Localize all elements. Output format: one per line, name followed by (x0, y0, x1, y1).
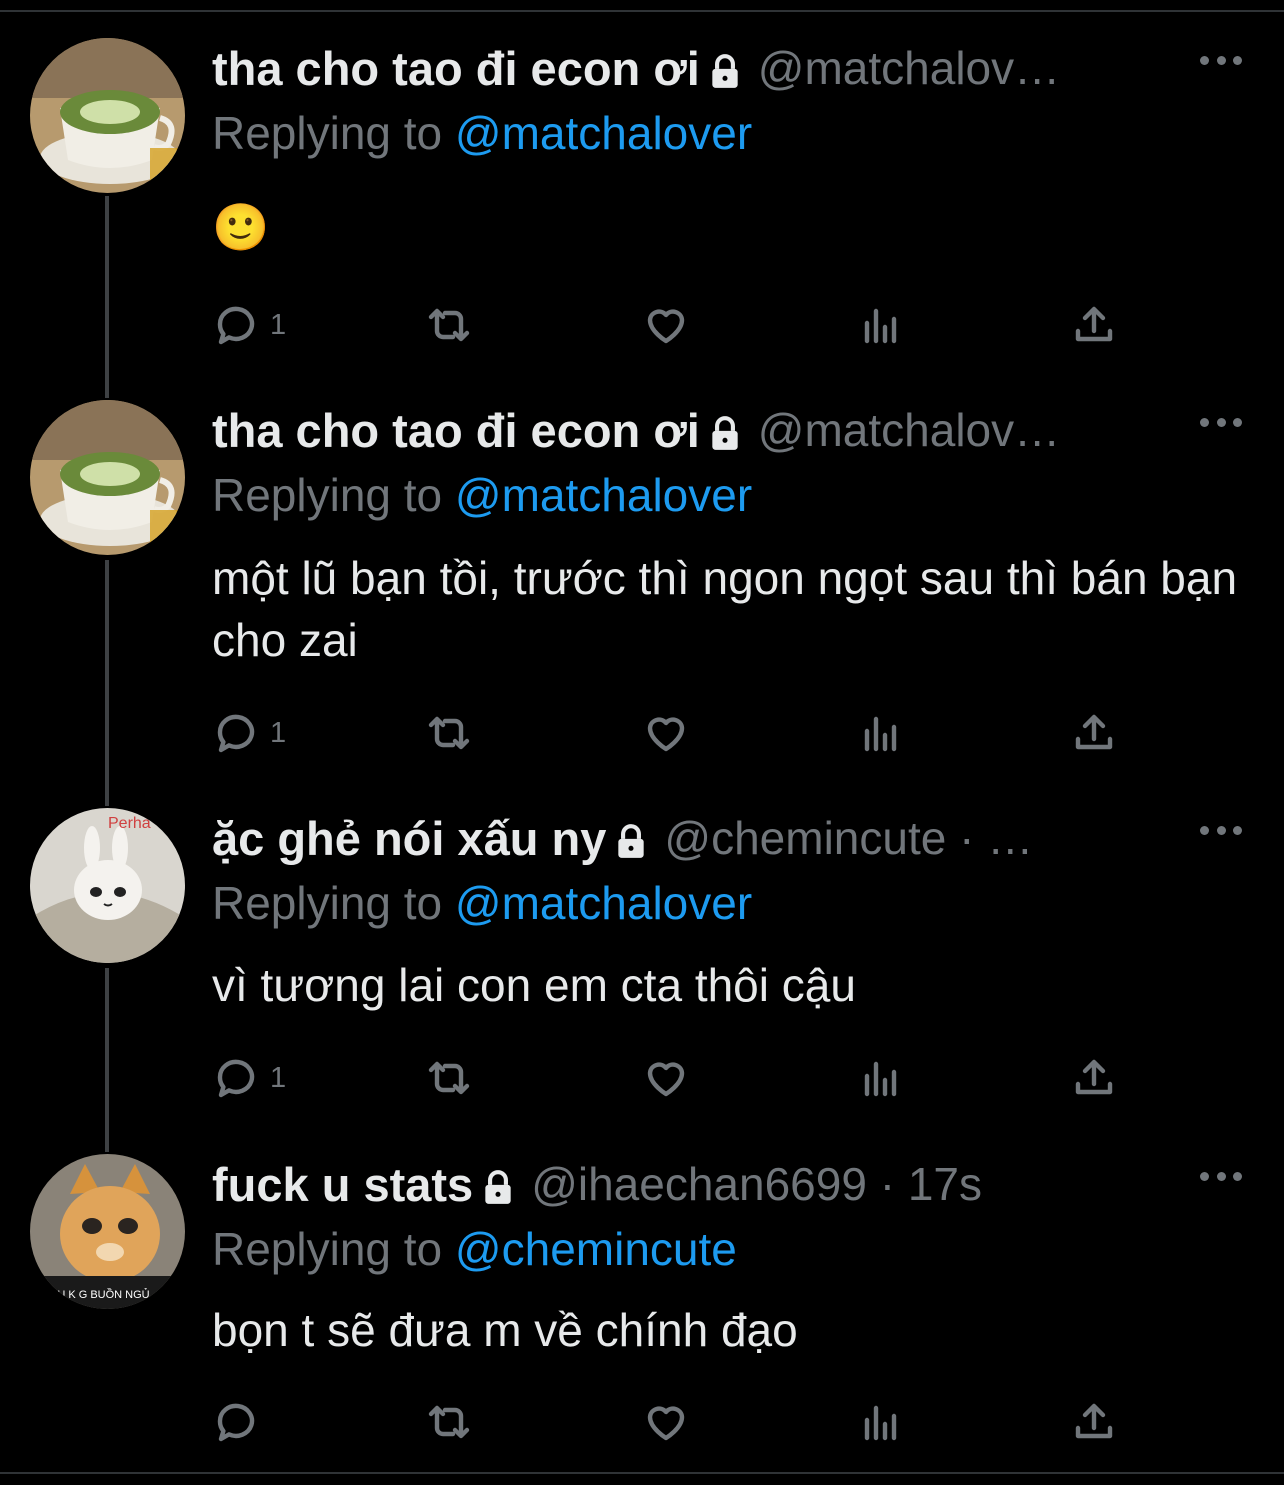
more-options-icon[interactable] (1200, 52, 1242, 68)
analytics-icon (864, 1061, 897, 1097)
share-icon (1075, 306, 1113, 342)
tweet-text: một lũ bạn tồi, trước thì ngon ngọt sau … (212, 552, 1238, 666)
tweet-text: 🙂 (212, 201, 270, 253)
share-button[interactable] (1070, 708, 1118, 758)
views-button[interactable] (857, 1053, 905, 1103)
replying-to: Replying to @chemincute (212, 1222, 737, 1276)
reply-icon (217, 306, 255, 345)
replying-label: Replying to (212, 469, 455, 521)
retweet-icon (428, 1405, 470, 1439)
user-handle[interactable]: @matchalov… (758, 41, 1060, 95)
heart-icon (647, 309, 685, 344)
tweet[interactable]: Perha ặc ghẻ nói xấu ny @chemincute · … … (0, 808, 1284, 1128)
reply-icon (217, 1403, 255, 1442)
retweet-icon (428, 308, 470, 342)
tweet-text: vì tương lai con em cta thôi cậu (212, 959, 856, 1011)
user-handle[interactable]: @chemincute · … (664, 811, 1033, 865)
reply-icon (217, 1059, 255, 1098)
lock-icon (712, 54, 738, 88)
share-button[interactable] (1070, 300, 1118, 350)
tweet-text: bọn t sẽ đưa m về chính đạo (212, 1304, 798, 1356)
share-icon (1075, 1403, 1113, 1439)
mention-link[interactable]: @chemincute (455, 1223, 737, 1275)
reply-count: 1 (270, 1061, 287, 1094)
display-name[interactable]: tha cho tao đi econ ơi (212, 41, 700, 96)
bottom-divider (0, 1472, 1284, 1474)
avatar[interactable]: Perha (30, 808, 185, 963)
reply-button[interactable]: 1 (212, 1053, 286, 1103)
replying-label: Replying to (212, 1223, 455, 1275)
analytics-icon (864, 716, 897, 752)
share-icon (1075, 1059, 1113, 1095)
lock-icon (618, 824, 645, 858)
views-button[interactable] (857, 1397, 905, 1447)
replying-label: Replying to (212, 877, 455, 929)
heart-icon (647, 1062, 685, 1097)
like-button[interactable] (642, 300, 690, 350)
retweet-button[interactable] (425, 1397, 473, 1447)
views-button[interactable] (857, 300, 905, 350)
reply-count: 1 (270, 716, 287, 749)
like-button[interactable] (642, 1397, 690, 1447)
avatar[interactable] (30, 400, 185, 555)
reply-count: 1 (270, 308, 287, 341)
tweet-actions: 1 (212, 300, 1132, 350)
mention-link[interactable]: @matchalover (455, 469, 752, 521)
retweet-icon (428, 716, 470, 750)
retweet-button[interactable] (425, 708, 473, 758)
reply-button[interactable]: 1 (212, 708, 286, 758)
analytics-icon (864, 308, 897, 344)
share-button[interactable] (1070, 1053, 1118, 1103)
more-options-icon[interactable] (1200, 1168, 1242, 1184)
heart-icon (647, 1406, 685, 1441)
avatar-text: Perha (108, 815, 151, 832)
display-name[interactable]: ặc ghẻ nói xấu ny (212, 811, 606, 866)
replying-label: Replying to (212, 107, 455, 159)
top-divider (0, 10, 1284, 12)
tweet-actions (212, 1397, 1132, 1447)
tweet[interactable]: tha cho tao đi econ ơi @matchalov… Reply… (0, 38, 1284, 378)
tweet-actions: 1 (212, 1053, 1132, 1103)
user-handle[interactable]: @ihaechan6699 · 17s (531, 1157, 982, 1211)
avatar[interactable] (30, 38, 185, 193)
mention-link[interactable]: @matchalover (455, 877, 752, 929)
avatar[interactable]: AU K G BUỒN NGỦ (30, 1154, 185, 1309)
mention-link[interactable]: @matchalover (455, 107, 752, 159)
analytics-icon (864, 1405, 897, 1441)
retweet-icon (428, 1061, 470, 1095)
reply-button[interactable] (212, 1397, 270, 1447)
retweet-button[interactable] (425, 1053, 473, 1103)
views-button[interactable] (857, 708, 905, 758)
tweet-actions: 1 (212, 708, 1132, 758)
display-name[interactable]: fuck u stats (212, 1157, 473, 1212)
like-button[interactable] (642, 1053, 690, 1103)
replying-to: Replying to @matchalover (212, 468, 752, 522)
retweet-button[interactable] (425, 300, 473, 350)
heart-icon (647, 717, 685, 752)
more-options-icon[interactable] (1200, 414, 1242, 430)
like-button[interactable] (642, 708, 690, 758)
avatar-text: AU K G BUỒN NGỦ (50, 1288, 150, 1301)
display-name[interactable]: tha cho tao đi econ ơi (212, 403, 700, 458)
lock-icon (712, 416, 738, 450)
lock-icon (485, 1170, 511, 1204)
replying-to: Replying to @matchalover (212, 876, 752, 930)
replying-to: Replying to @matchalover (212, 106, 752, 160)
user-handle[interactable]: @matchalov… (758, 403, 1060, 457)
share-icon (1075, 714, 1113, 750)
more-options-icon[interactable] (1200, 822, 1242, 838)
reply-icon (217, 714, 255, 753)
tweet[interactable]: tha cho tao đi econ ơi @matchalov… Reply… (0, 400, 1284, 780)
share-button[interactable] (1070, 1397, 1118, 1447)
tweet[interactable]: AU K G BUỒN NGỦ fuck u stats @ihaechan66… (0, 1154, 1284, 1454)
reply-button[interactable]: 1 (212, 300, 286, 350)
